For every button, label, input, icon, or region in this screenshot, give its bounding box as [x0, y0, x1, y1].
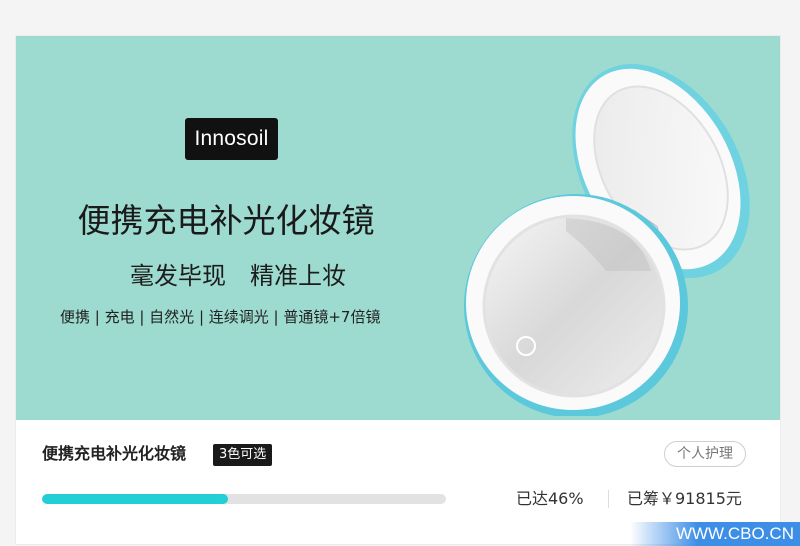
stats-divider	[608, 490, 609, 508]
funding-progress-bar	[42, 494, 446, 504]
banner-features: 便携 | 充电 | 自然光 | 连续调光 | 普通镜+7倍镜	[60, 308, 381, 326]
funding-progress-fill	[42, 494, 228, 504]
banner-tagline: 毫发毕现 精准上妆	[130, 262, 346, 290]
banner-headline: 便携充电补光化妆镜	[77, 201, 375, 240]
category-tag[interactable]: 个人护理	[664, 441, 746, 467]
compact-mirror-image	[464, 64, 750, 416]
site-watermark: WWW.CBO.CN	[630, 522, 800, 546]
product-card[interactable]: Innosoil 便携充电补光化妆镜 毫发毕现 精准上妆 便携 | 充电 | 自…	[16, 36, 780, 544]
product-title[interactable]: 便携充电补光化妆镜	[42, 443, 186, 465]
product-banner[interactable]: Innosoil 便携充电补光化妆镜 毫发毕现 精准上妆 便携 | 充电 | 自…	[16, 36, 780, 420]
funding-progress-text: 已达46%	[516, 489, 584, 508]
amount-raised: 已筹￥91815元	[627, 489, 742, 508]
brand-logo: Innosoil	[185, 118, 278, 160]
color-options-badge: 3色可选	[213, 444, 273, 466]
